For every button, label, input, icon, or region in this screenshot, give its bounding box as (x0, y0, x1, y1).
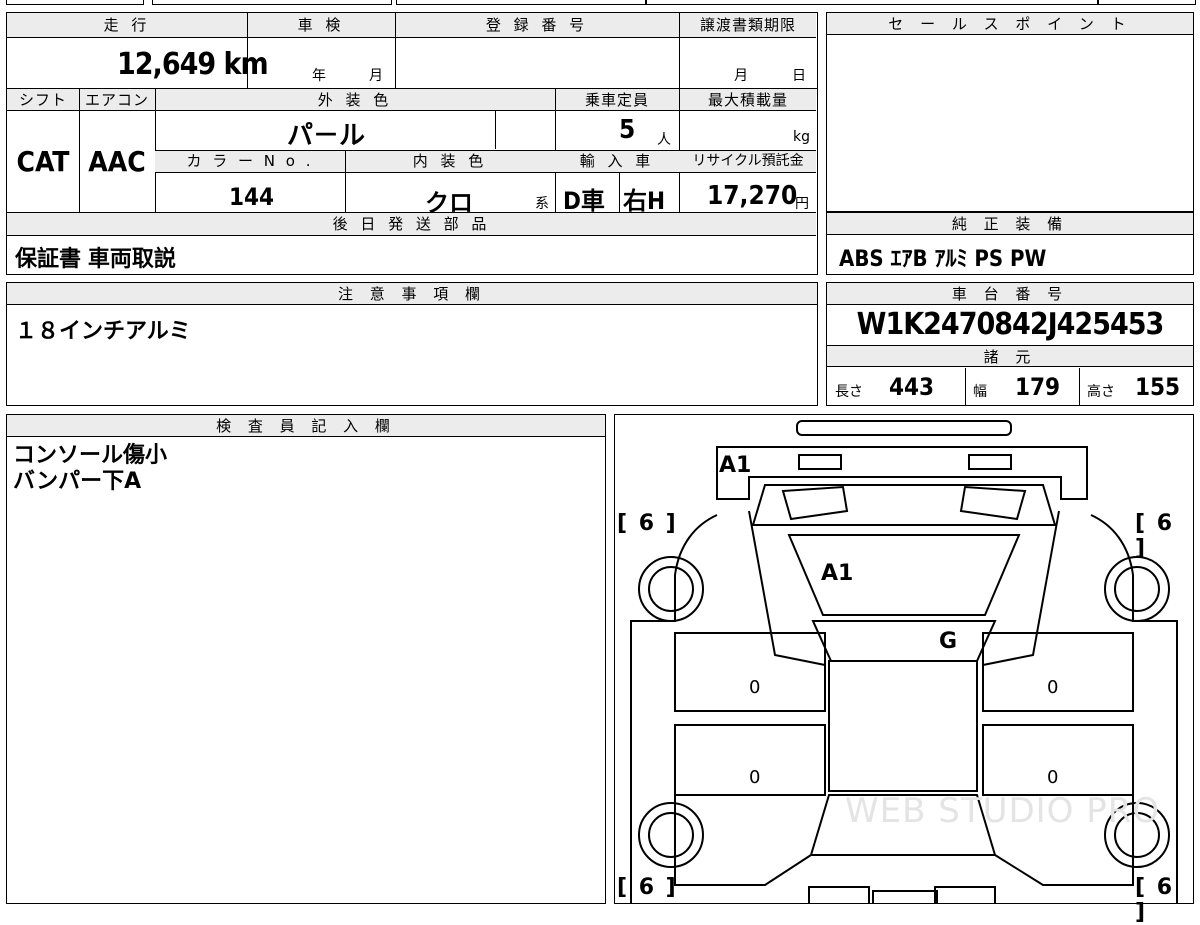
import-value: D車 (563, 187, 605, 215)
height-value: 155 (1135, 373, 1181, 401)
transfer-month-unit: 月 (734, 68, 748, 84)
shift-value: CAT (16, 145, 70, 178)
registration-label: 登 録 番 号 (485, 16, 589, 34)
front-bumper-mark: A1 (719, 453, 752, 478)
capacity-label: 乗車定員 (584, 91, 649, 109)
capacity-unit: 人 (657, 132, 671, 148)
tire-front-right: [ 6 ] (1135, 511, 1175, 561)
genuine-equipment-label: 純 正 装 備 (827, 213, 1193, 235)
recycle-label: リサイクル預託金 (692, 153, 804, 169)
specs-label: 諸 元 (827, 345, 1193, 367)
inspection-year-unit: 年 (312, 68, 326, 84)
transfer-day-unit: 日 (792, 68, 806, 84)
import-label: 輸 入 車 (579, 152, 655, 170)
tire-rear-left: [ 6 ] (617, 875, 678, 900)
transfer-deadline-label: 譲渡書類期限 (699, 16, 796, 34)
aircon-value: AAC (88, 145, 146, 178)
door-rear-right-mark: 0 (1047, 767, 1059, 788)
length-value: 443 (889, 373, 935, 401)
mileage-label: 走 行 (103, 16, 151, 34)
interior-color-suffix: 系 (535, 196, 549, 212)
genuine-equipment-box: 純 正 装 備 ABS ｴｱB ｱﾙﾐ PS PW (826, 212, 1194, 275)
notes-value: １８インチアルミ (15, 319, 191, 344)
length-label: 長さ (835, 384, 863, 400)
shift-label: シフト (18, 91, 67, 109)
recycle-unit: 円 (795, 196, 809, 212)
later-parts-label: 後 日 発 送 部 品 (332, 215, 491, 233)
vehicle-info-sheet: 走 行 車 検 登 録 番 号 譲渡書類期限 12,649 km 年 月 月 日… (6, 12, 818, 275)
inspection-month-unit: 月 (369, 68, 383, 84)
chassis-box: 車 台 番 号 W1K2470842J425453 諸 元 長さ 443 幅 1… (826, 282, 1194, 406)
inspector-box: 検 査 員 記 入 欄 コンソール傷小 バンパー下A (6, 414, 606, 904)
mileage-value: 12,649 km (117, 47, 269, 82)
car-diagram-box: A1 A1 G [ 6 ] [ 6 ] [ 6 ] [ 6 ] 0 0 0 0 … (614, 414, 1194, 925)
chassis-value: W1K2470842J425453 (856, 307, 1165, 342)
inspector-line-2: バンパー下A (13, 469, 142, 494)
exterior-color-value: パ－ル (287, 121, 366, 151)
later-parts-value: 保証書 車両取説 (15, 247, 176, 272)
door-front-left-mark: 0 (749, 677, 761, 698)
windshield-mark: A1 (821, 561, 854, 586)
inspector-line-1: コンソール傷小 (13, 443, 168, 468)
roof-mark: G (939, 629, 958, 654)
notes-label: 注 意 事 項 欄 (7, 283, 817, 305)
recycle-value: 17,270 (707, 181, 798, 211)
door-rear-left-mark: 0 (749, 767, 761, 788)
width-label: 幅 (973, 384, 987, 400)
inspection-label: 車 検 (297, 16, 345, 34)
exterior-color-label: 外 装 色 (317, 91, 393, 109)
width-value: 179 (1015, 373, 1061, 401)
chassis-label: 車 台 番 号 (827, 283, 1193, 305)
tire-front-left: [ 6 ] (617, 511, 678, 536)
capacity-value: 5 (619, 115, 636, 145)
max-load-unit: kg (793, 129, 810, 145)
aircon-label: エアコン (84, 91, 149, 109)
top-cropped-strip (6, 0, 1196, 6)
max-load-label: 最大積載量 (707, 91, 788, 109)
color-no-value: 144 (229, 183, 275, 211)
notes-box: 注 意 事 項 欄 １８インチアルミ (6, 282, 818, 406)
genuine-equipment-value: ABS ｴｱB ｱﾙﾐ PS PW (839, 247, 1047, 272)
steering-value: 右H (623, 187, 666, 215)
inspector-label: 検 査 員 記 入 欄 (7, 415, 605, 437)
height-label: 高さ (1087, 384, 1115, 400)
color-no-label: カ ラ ー N o . (186, 152, 314, 170)
sales-point-box: セ ー ル ス ポ イ ン ト (826, 12, 1194, 212)
tire-rear-right: [ 6 ] (1135, 875, 1175, 925)
door-front-right-mark: 0 (1047, 677, 1059, 698)
sales-point-label: セ ー ル ス ポ イ ン ト (827, 13, 1193, 35)
interior-color-label: 内 装 色 (412, 152, 488, 170)
watermark: WEB STUDIO PRO (845, 791, 1161, 831)
